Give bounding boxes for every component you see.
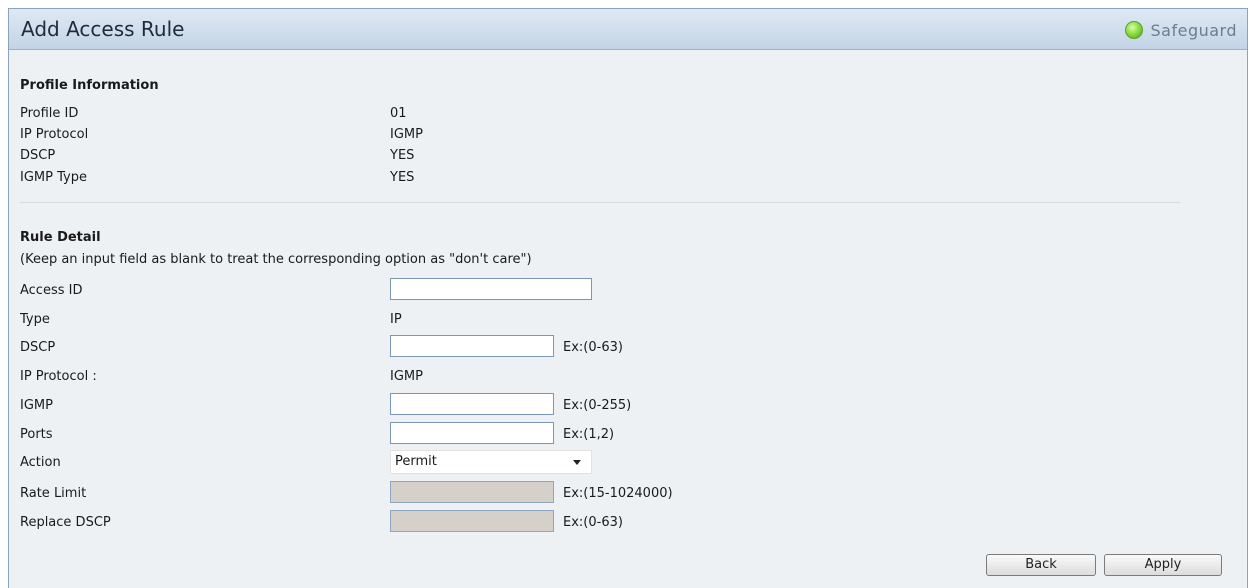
profile-igmp-type-label: IGMP Type bbox=[20, 170, 87, 185]
profile-id-value: 01 bbox=[390, 106, 407, 121]
ip-protocol-label: IP Protocol : bbox=[20, 369, 97, 384]
replace-dscp-label: Replace DSCP bbox=[20, 515, 111, 530]
rate-limit-input[interactable] bbox=[390, 481, 554, 503]
dscp-input[interactable] bbox=[390, 335, 554, 357]
rule-section-title: Rule Detail bbox=[20, 230, 101, 245]
action-label: Action bbox=[20, 455, 61, 470]
profile-ip-protocol-value: IGMP bbox=[390, 127, 423, 142]
profile-igmp-type-value: YES bbox=[390, 170, 415, 185]
ports-hint: Ex:(1,2) bbox=[563, 427, 615, 442]
section-divider bbox=[20, 202, 1180, 203]
access-id-input[interactable] bbox=[390, 278, 592, 300]
ports-input[interactable] bbox=[390, 422, 554, 444]
safeguard-label: Safeguard bbox=[1150, 20, 1237, 40]
action-select[interactable]: Permit bbox=[390, 450, 592, 474]
type-value: IP bbox=[390, 312, 402, 327]
profile-id-label: Profile ID bbox=[20, 106, 79, 121]
igmp-input[interactable] bbox=[390, 393, 554, 415]
profile-section-title: Profile Information bbox=[20, 78, 159, 93]
igmp-hint: Ex:(0-255) bbox=[563, 398, 632, 413]
profile-dscp-label: DSCP bbox=[20, 148, 56, 163]
replace-dscp-input[interactable] bbox=[390, 510, 554, 532]
action-selected-value: Permit bbox=[395, 454, 437, 469]
igmp-label: IGMP bbox=[20, 398, 53, 413]
chevron-down-icon bbox=[573, 460, 581, 465]
page-title: Add Access Rule bbox=[21, 17, 185, 41]
type-label: Type bbox=[20, 312, 50, 327]
rate-limit-label: Rate Limit bbox=[20, 486, 87, 501]
status-led-icon bbox=[1124, 21, 1143, 39]
profile-dscp-value: YES bbox=[390, 148, 415, 163]
ports-label: Ports bbox=[20, 427, 53, 442]
rule-note: (Keep an input field as blank to treat t… bbox=[20, 252, 532, 267]
title-bar: Add Access Rule Safeguard bbox=[9, 9, 1247, 50]
rate-limit-hint: Ex:(15-1024000) bbox=[563, 486, 673, 501]
safeguard-indicator: Safeguard bbox=[1124, 19, 1238, 41]
dscp-hint: Ex:(0-63) bbox=[563, 340, 623, 355]
apply-button[interactable]: Apply bbox=[1104, 554, 1222, 576]
profile-ip-protocol-label: IP Protocol bbox=[20, 127, 89, 142]
dscp-label: DSCP bbox=[20, 340, 56, 355]
back-button[interactable]: Back bbox=[986, 554, 1096, 576]
ip-protocol-value: IGMP bbox=[390, 369, 423, 384]
access-id-label: Access ID bbox=[20, 283, 83, 298]
replace-dscp-hint: Ex:(0-63) bbox=[563, 515, 623, 530]
